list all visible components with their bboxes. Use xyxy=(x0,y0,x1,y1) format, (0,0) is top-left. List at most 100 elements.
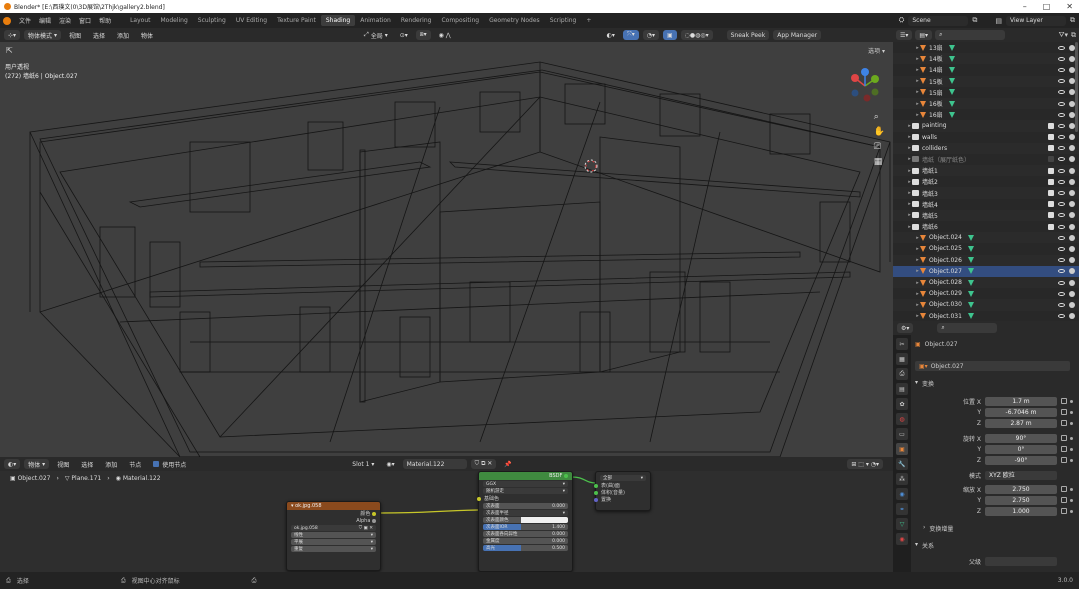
new-view-layer-icon[interactable]: ⧉ xyxy=(1070,16,1075,25)
outliner-row[interactable]: ▸ Object.030 xyxy=(893,299,1079,311)
extension-dropdown[interactable]: 重复 ▾ xyxy=(291,546,376,552)
camera-icon[interactable] xyxy=(1069,201,1075,208)
properties-editor-type-icon[interactable]: ⚙▾ xyxy=(897,323,914,333)
outliner-row[interactable]: ▸ 墙纸4 xyxy=(893,199,1079,210)
node-editor-type-icon[interactable]: ◐▾ xyxy=(4,459,21,469)
outliner-row[interactable]: ▸ 墙纸5 xyxy=(893,209,1079,221)
eye-icon[interactable] xyxy=(1058,269,1065,274)
tab-texture-paint[interactable]: Texture Paint xyxy=(272,15,321,26)
outliner-row[interactable]: ▸ 14扇 xyxy=(893,64,1079,75)
tab-sculpting[interactable]: Sculpting xyxy=(193,15,231,26)
lock-icon[interactable] xyxy=(1061,486,1067,492)
menu-help[interactable]: 帮助 xyxy=(95,16,115,25)
camera-icon[interactable] xyxy=(1069,178,1075,185)
exclude-checkbox[interactable] xyxy=(1048,178,1054,185)
snap-icon[interactable]: ⧈▾ xyxy=(415,30,431,40)
mesh-data-icon[interactable] xyxy=(967,245,974,252)
exclude-checkbox[interactable] xyxy=(1048,212,1054,219)
visibility-icon[interactable]: ◐▾ xyxy=(603,30,619,40)
close-button[interactable]: ✕ xyxy=(1066,2,1073,11)
eye-icon[interactable] xyxy=(1058,45,1065,50)
editor-type-icon[interactable]: ⊹▾ xyxy=(4,30,21,40)
3d-viewport[interactable]: 用户透视 (272) 墙纸6 | Object.027 ⇱ 选项 ▾ ⌕ ✋ ⎚… xyxy=(0,42,893,457)
eye-icon[interactable] xyxy=(1058,291,1065,296)
camera-icon[interactable] xyxy=(1069,234,1075,241)
navigation-gizmo[interactable] xyxy=(845,66,885,106)
select-tool-icon[interactable]: ⇱ xyxy=(6,46,13,55)
specular-slider[interactable]: 高光 0.500 xyxy=(483,545,568,551)
shading-modes[interactable]: ◌●◍◎▾ xyxy=(680,30,713,40)
lock-icon[interactable] xyxy=(1061,420,1067,426)
node-view-menu[interactable]: 视图 xyxy=(53,459,73,469)
rotation-y-field[interactable]: 0° xyxy=(985,444,1057,454)
distribution-dropdown[interactable]: GGX ▾ xyxy=(483,481,568,487)
node-editor-canvas[interactable]: ▣ Object.027 › ▽ Plane.171 › ◉ Material.… xyxy=(0,471,893,572)
eye-icon[interactable] xyxy=(1058,135,1065,140)
outliner-scrollbar[interactable] xyxy=(1075,42,1078,132)
eye-icon[interactable] xyxy=(1058,314,1065,319)
exclude-checkbox[interactable] xyxy=(1048,201,1054,208)
mesh-data-icon[interactable] xyxy=(967,313,974,320)
material-output-node[interactable]: 全部 ▾ 表(曲)面 体积(音量) 置换 xyxy=(594,471,651,511)
object-tab-icon[interactable]: ▣ xyxy=(896,443,908,455)
camera-icon[interactable] xyxy=(1069,212,1075,219)
eye-icon[interactable] xyxy=(1058,79,1065,84)
node-add-menu[interactable]: 添加 xyxy=(101,459,121,469)
eye-icon[interactable] xyxy=(1058,123,1065,128)
world-tab-icon[interactable]: ◍ xyxy=(896,413,908,425)
node-object-dropdown[interactable]: 物体 ▾ xyxy=(24,459,50,469)
outliner-row[interactable]: ▸ 16扇 xyxy=(893,109,1079,120)
camera-icon[interactable] xyxy=(1069,156,1075,163)
sneak-peek-button[interactable]: Sneak Peek xyxy=(726,30,770,40)
rotation-z-field[interactable]: -90° xyxy=(985,455,1057,465)
volume-socket[interactable] xyxy=(594,490,598,495)
interpolation-dropdown[interactable]: 线性 ▾ xyxy=(291,532,376,538)
lock-icon[interactable] xyxy=(1061,409,1067,415)
location-z-field[interactable]: 2.87 m xyxy=(985,418,1057,428)
select-menu[interactable]: 选择 xyxy=(89,30,109,40)
outliner-row[interactable]: ▸ Object.031 xyxy=(893,311,1079,322)
metallic-slider[interactable]: 金属度 0.000 xyxy=(483,538,568,544)
tab-compositing[interactable]: Compositing xyxy=(436,15,484,26)
outliner-row[interactable]: ▸ 14板 xyxy=(893,53,1079,65)
outliner-row[interactable]: ▸ 13扇 xyxy=(893,42,1079,53)
mesh-data-icon[interactable] xyxy=(948,78,955,85)
exclude-checkbox[interactable] xyxy=(1048,223,1054,230)
mesh-data-icon[interactable] xyxy=(967,290,974,297)
keyframe-dot-icon[interactable] xyxy=(1070,410,1073,414)
output-target-dropdown[interactable]: 全部 ▾ xyxy=(600,475,646,481)
camera-icon[interactable] xyxy=(1069,257,1075,264)
mesh-data-icon[interactable] xyxy=(967,301,974,308)
mesh-data-icon[interactable] xyxy=(967,279,974,286)
principled-bsdf-node[interactable]: BSDF GGX ▾ 随机游走 ▾ 基础色 次表面 0.000 次表面半径 ▾ 次表面颜… xyxy=(477,471,573,572)
tab-shading[interactable]: Shading xyxy=(320,15,356,26)
particles-tab-icon[interactable]: ⁂ xyxy=(896,473,908,485)
exclude-checkbox[interactable] xyxy=(1048,167,1054,174)
mesh-data-icon[interactable] xyxy=(948,66,955,73)
outliner-row[interactable]: ▸ colliders xyxy=(893,142,1079,154)
outliner-row[interactable]: ▸ 墙纸6 xyxy=(893,221,1079,232)
app-manager-button[interactable]: App Manager xyxy=(773,30,822,40)
surface-socket[interactable] xyxy=(594,483,598,488)
keyframe-dot-icon[interactable] xyxy=(1070,421,1073,425)
relations-section[interactable]: ▾ 关系 xyxy=(915,541,934,550)
eye-icon[interactable] xyxy=(1058,157,1065,162)
eye-icon[interactable] xyxy=(1058,168,1065,173)
camera-icon[interactable] xyxy=(1069,268,1075,275)
eye-icon[interactable] xyxy=(1058,235,1065,240)
node-overlay-icons[interactable]: ⊞ ⬚ ▾ ◔▾ xyxy=(847,459,883,469)
camera-icon[interactable] xyxy=(1069,313,1075,320)
eye-icon[interactable] xyxy=(1058,280,1065,285)
base-color-socket[interactable] xyxy=(477,496,481,501)
camera-icon[interactable] xyxy=(1069,134,1075,141)
lock-icon[interactable] xyxy=(1061,435,1067,441)
displacement-socket[interactable] xyxy=(594,497,598,502)
outliner-row[interactable]: ▸ 墙纸（展厅纸色） xyxy=(893,154,1079,165)
camera-icon[interactable] xyxy=(1069,167,1075,174)
rotation-mode-dropdown[interactable]: XYZ 欧拉 xyxy=(985,470,1057,480)
material-tab-icon[interactable]: ◉ xyxy=(896,533,908,545)
menu-render[interactable]: 渲染 xyxy=(55,16,75,25)
location-y-field[interactable]: -6.7046 m xyxy=(985,407,1057,417)
camera-icon[interactable] xyxy=(1069,190,1075,197)
object-name-field[interactable]: ▣▾ Object.027 xyxy=(915,361,1070,371)
